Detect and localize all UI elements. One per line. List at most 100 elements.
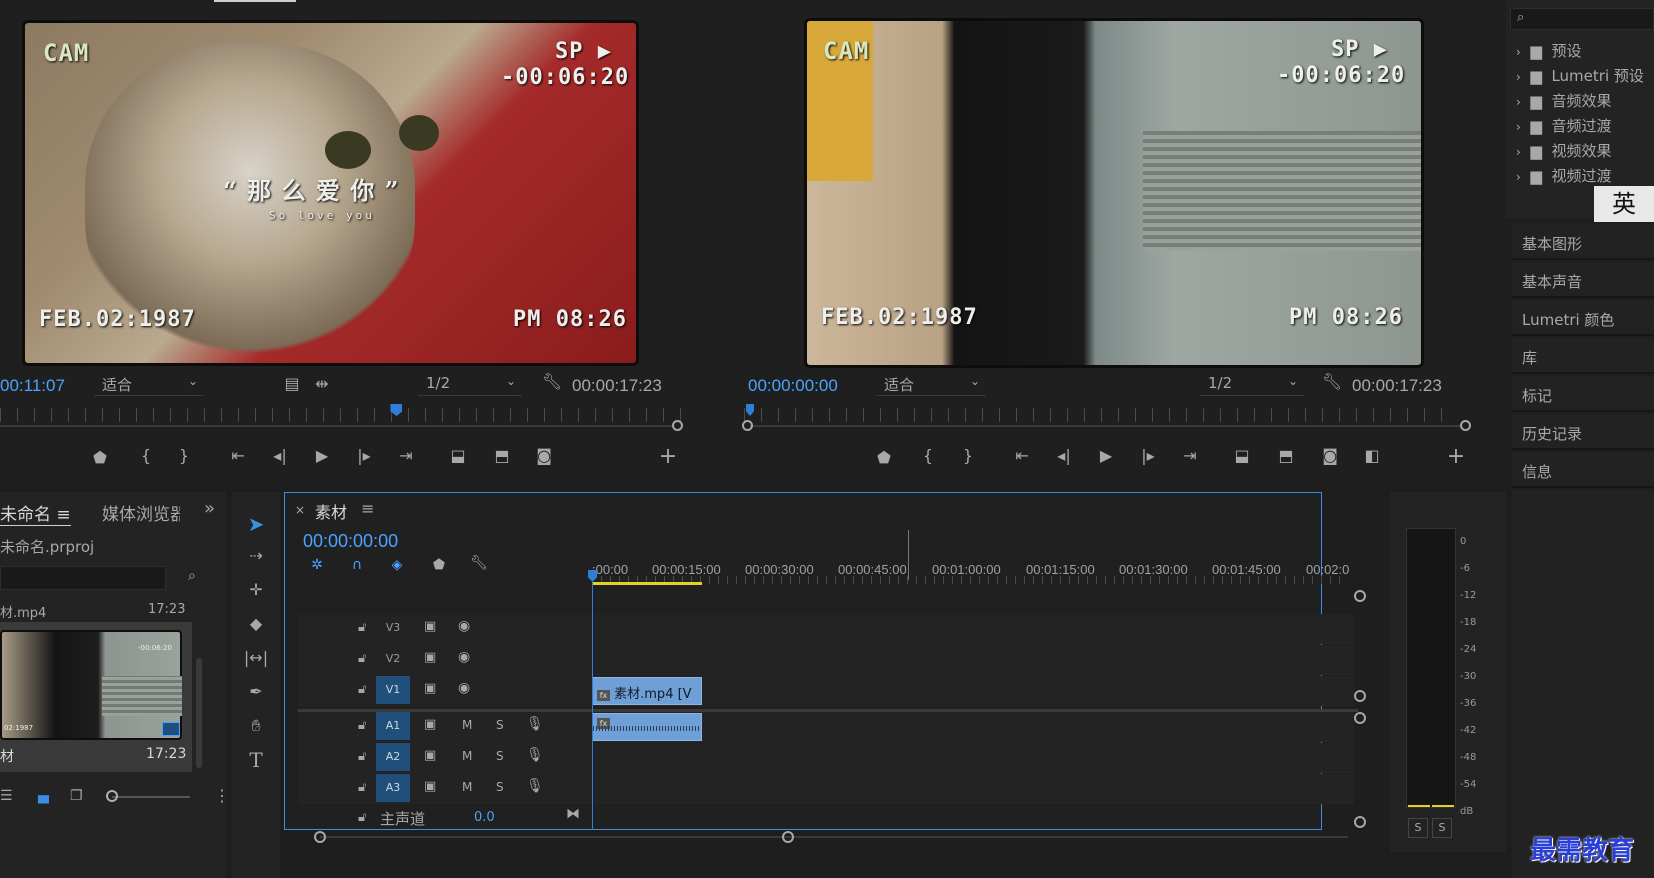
go-to-in-icon[interactable]: ⇤: [1010, 446, 1034, 465]
more-options-icon[interactable]: ⋮: [214, 786, 230, 805]
mark-out-icon[interactable]: }: [956, 446, 980, 465]
project-item-top[interactable]: 材.mp4 17:23: [0, 602, 190, 622]
timeline-settings-icon[interactable]: 🔧︎: [469, 555, 489, 571]
wrench-icon[interactable]: 🔧︎: [540, 372, 564, 391]
mute-button[interactable]: M: [462, 780, 472, 794]
type-tool-icon[interactable]: T: [242, 748, 270, 772]
more-panels-icon[interactable]: »: [204, 498, 215, 519]
razor-tool-icon[interactable]: ◆: [242, 614, 270, 633]
slip-tool-icon[interactable]: |↔|: [242, 648, 270, 667]
add-button-icon[interactable]: +: [1444, 444, 1468, 469]
panel-essential-graphics[interactable]: 基本图形: [1512, 224, 1654, 260]
timeline-hscroll[interactable]: [320, 836, 1348, 838]
snap-icon[interactable]: ∩: [347, 557, 367, 573]
track-select-tool-icon[interactable]: ⇢: [242, 546, 270, 565]
panel-markers[interactable]: 标记: [1512, 376, 1654, 412]
solo-button[interactable]: S: [496, 749, 504, 763]
mute-button[interactable]: M: [462, 749, 472, 763]
track-v3-toggle[interactable]: V3: [376, 614, 410, 642]
mark-in-icon[interactable]: {: [916, 446, 940, 465]
timeline-vscroll-bottom[interactable]: [1354, 690, 1366, 702]
step-forward-icon[interactable]: |▸: [1136, 446, 1160, 465]
export-frame-icon[interactable]: ◙: [532, 446, 556, 465]
go-to-in-icon[interactable]: ⇤: [226, 446, 250, 465]
audio-clip[interactable]: fx: [592, 713, 702, 741]
source-resolution-dropdown[interactable]: 1/2 ⌄: [418, 374, 522, 396]
go-to-end-icon[interactable]: ⧓: [566, 806, 580, 822]
effects-folder-video-transitions[interactable]: › ▆ 视频过渡: [1516, 165, 1611, 186]
panel-history[interactable]: 历史记录: [1512, 414, 1654, 450]
eye-icon[interactable]: ◉: [458, 618, 470, 634]
lock-icon[interactable]: 🔓︎: [358, 780, 366, 795]
program-timecode[interactable]: 00:00:00:00: [748, 376, 838, 396]
hand-tool-icon[interactable]: ✋︎: [242, 716, 270, 736]
program-zoom-handle[interactable]: [1460, 420, 1471, 431]
program-fit-dropdown[interactable]: 适合 ⌄: [876, 374, 986, 396]
program-scrub-bar[interactable]: [750, 425, 1462, 427]
track-a1-toggle[interactable]: A1: [376, 712, 410, 740]
track-v1-toggle[interactable]: V1: [376, 676, 410, 704]
effects-folder-video-effects[interactable]: › ▆ 视频效果: [1516, 140, 1611, 161]
mute-button[interactable]: M: [462, 718, 472, 732]
panel-libraries[interactable]: 库: [1512, 338, 1654, 374]
timeline-menu-icon[interactable]: ≡: [361, 499, 374, 518]
hscroll-handle-right[interactable]: [782, 831, 794, 843]
panel-essential-sound[interactable]: 基本声音: [1512, 262, 1654, 298]
project-tab[interactable]: 未命名 ≡: [0, 500, 71, 526]
solo-right-button[interactable]: S: [1432, 818, 1452, 838]
lock-icon[interactable]: 🔓︎: [358, 749, 366, 764]
track-v2-toggle[interactable]: V2: [376, 645, 410, 673]
step-back-icon[interactable]: ◂|: [1052, 446, 1076, 465]
export-frame-icon[interactable]: ◙: [1318, 446, 1342, 465]
add-button-icon[interactable]: +: [656, 444, 680, 469]
sync-lock-icon[interactable]: ▣: [424, 681, 436, 696]
media-browser-tab[interactable]: 媒体浏览器: [102, 500, 180, 525]
lock-icon[interactable]: 🔓︎: [358, 682, 366, 697]
pen-tool-icon[interactable]: ✒: [242, 682, 270, 701]
lock-icon[interactable]: 🔓︎: [358, 620, 366, 635]
settings-toggle-icon[interactable]: ▤: [280, 374, 304, 393]
timeline-tab[interactable]: 素材: [315, 499, 347, 523]
safe-margins-icon[interactable]: ⇹: [310, 374, 334, 393]
program-start-handle[interactable]: [742, 420, 753, 431]
timeline-playhead-line[interactable]: [592, 582, 593, 830]
sync-lock-icon[interactable]: ▣: [424, 650, 436, 665]
audio-vscroll-top[interactable]: [1354, 712, 1366, 724]
master-value[interactable]: 0.0: [474, 810, 495, 825]
play-icon[interactable]: ▶: [1094, 446, 1118, 465]
track-a2-toggle[interactable]: A2: [376, 743, 410, 771]
project-item-card[interactable]: -00:06:20 02:1987 材 17:23: [0, 622, 192, 772]
new-search-bin-icon[interactable]: ⌕: [188, 568, 196, 584]
eye-icon[interactable]: ◉: [458, 680, 470, 696]
lift-icon[interactable]: ⬓: [1230, 446, 1254, 465]
sync-lock-icon[interactable]: ▣: [424, 779, 436, 794]
add-marker-icon[interactable]: ⬟: [429, 557, 449, 573]
comparison-view-icon[interactable]: ◧: [1360, 446, 1384, 465]
solo-button[interactable]: S: [496, 780, 504, 794]
source-scrub-bar[interactable]: [0, 425, 672, 427]
ime-indicator[interactable]: 英: [1594, 186, 1654, 222]
source-fit-dropdown[interactable]: 适合 ⌄: [94, 374, 204, 396]
effects-folder-presets[interactable]: › ▆ 预设: [1516, 40, 1581, 61]
effects-folder-audio-effects[interactable]: › ▆ 音频效果: [1516, 90, 1611, 111]
close-tab-icon[interactable]: ×: [295, 503, 305, 517]
linked-selection-icon[interactable]: ◈: [387, 557, 407, 573]
go-to-out-icon[interactable]: ⇥: [1178, 446, 1202, 465]
list-view-icon[interactable]: ☰: [0, 788, 13, 804]
eye-icon[interactable]: ◉: [458, 649, 470, 665]
work-area-bar[interactable]: [592, 582, 702, 585]
program-time-ruler[interactable]: [744, 408, 1458, 422]
insert-icon[interactable]: ⬓: [446, 446, 470, 465]
overwrite-icon[interactable]: ⬒: [490, 446, 514, 465]
zoom-slider[interactable]: [112, 796, 190, 798]
step-back-icon[interactable]: ◂|: [268, 446, 292, 465]
project-search-input[interactable]: [0, 566, 166, 590]
mark-in-icon[interactable]: {: [134, 446, 158, 465]
zoom-slider-handle[interactable]: [106, 790, 118, 802]
solo-button[interactable]: S: [496, 718, 504, 732]
microphone-icon[interactable]: 🎙︎: [526, 716, 544, 732]
effects-folder-audio-transitions[interactable]: › ▆ 音频过渡: [1516, 115, 1611, 136]
panel-lumetri-color[interactable]: Lumetri 颜色: [1512, 300, 1654, 336]
effects-folder-lumetri-presets[interactable]: › ▆ Lumetri 预设: [1516, 65, 1644, 86]
extract-icon[interactable]: ⬒: [1274, 446, 1298, 465]
